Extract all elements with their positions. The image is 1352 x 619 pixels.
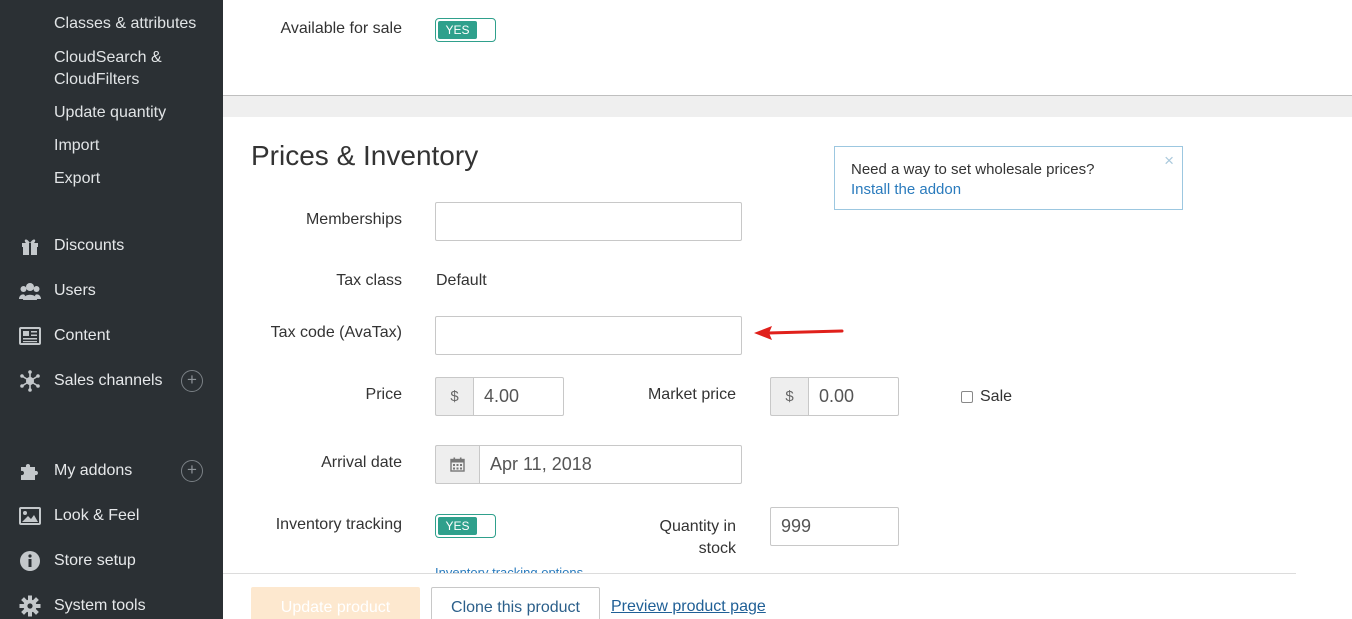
arrow-icon [754,326,844,340]
arrival-date-input[interactable] [479,445,742,484]
tip-text: Need a way to set wholesale prices? [851,161,1095,178]
price-input[interactable] [473,377,564,416]
sidebar-item-label: System tools [54,597,146,614]
sidebar-item-discounts[interactable]: Discounts [0,231,223,261]
sidebar: Classes & attributes CloudSearch & Cloud… [0,0,223,619]
available-for-sale-label: Available for sale [280,20,402,37]
update-product-button[interactable]: Update product [251,587,420,619]
install-addon-link[interactable]: Install the addon [851,180,1166,200]
sidebar-item-update-quantity[interactable]: Update quantity [54,102,166,124]
wholesale-tip-box: Need a way to set wholesale prices? Inst… [834,146,1183,210]
sidebar-item-classes-attributes[interactable]: Classes & attributes [54,13,196,35]
sidebar-item-label: Store setup [54,552,136,569]
arrival-date-label: Arrival date [321,454,402,471]
network-icon [19,370,41,392]
sidebar-item-cloudsearch[interactable]: CloudSearch & [54,47,162,69]
sidebar-item-label: Discounts [54,237,125,254]
sidebar-item-look-feel[interactable]: Look & Feel [0,501,223,531]
puzzle-icon [19,460,41,482]
toggle-knob [479,517,493,535]
info-icon [19,550,41,572]
sidebar-item-content[interactable]: Content [0,321,223,351]
sidebar-item-label: Sales channels [54,372,163,389]
calendar-button[interactable] [435,445,479,484]
sidebar-item-users[interactable]: Users [0,276,223,306]
general-section: Available for sale YES [223,0,1352,96]
add-sales-channel-button[interactable]: + [181,370,203,392]
sidebar-item-store-setup[interactable]: Store setup [0,546,223,576]
market-price-label: Market price [647,386,736,403]
preview-product-page-link[interactable]: Preview product page [611,598,766,616]
close-icon[interactable]: × [1164,151,1174,171]
clone-product-button[interactable]: Clone this product [431,587,600,619]
main-content: Available for sale YES Prices & Inventor… [223,0,1352,619]
footer-divider [223,573,1296,574]
gift-icon [19,235,41,257]
quantity-label-line-1: Quantity in [659,518,736,535]
toggle-on-label: YES [438,21,477,39]
sidebar-item-label: Content [54,327,111,344]
image-icon [19,505,41,527]
price-label: Price [365,386,402,403]
inventory-tracking-toggle[interactable]: YES [435,514,496,538]
inventory-tracking-label: Inventory tracking [275,516,402,533]
sidebar-item-label: Users [54,282,96,299]
available-for-sale-toggle[interactable]: YES [435,18,496,42]
quantity-label-line-2: stock [698,540,736,557]
users-icon [19,280,41,302]
tax-class-label: Tax class [336,272,402,289]
sidebar-item-label: Look & Feel [54,507,140,524]
sidebar-item-export[interactable]: Export [54,168,100,190]
tax-code-label: Tax code (AvaTax) [270,324,402,341]
sidebar-item-system-tools[interactable]: System tools [0,591,223,619]
market-price-input[interactable] [808,377,899,416]
gear-icon [19,595,41,617]
section-divider [223,96,1352,117]
toggle-on-label: YES [438,517,477,535]
toggle-knob [479,21,493,39]
memberships-input[interactable] [435,202,742,241]
sidebar-item-import[interactable]: Import [54,135,99,157]
inventory-tracking-options-link[interactable]: Inventory tracking options [435,563,583,573]
sale-label: Sale [980,388,1013,405]
memberships-label: Memberships [305,211,402,228]
sidebar-item-my-addons[interactable]: My addons + [0,456,223,486]
sidebar-item-sales-channels[interactable]: Sales channels + [0,366,223,396]
add-addon-button[interactable]: + [181,460,203,482]
sale-checkbox[interactable] [961,391,973,403]
market-price-currency: $ [770,377,808,416]
price-currency: $ [435,377,473,416]
tax-code-input[interactable] [435,316,742,355]
sidebar-item-label: My addons [54,462,133,479]
page-title: Prices & Inventory [251,140,479,171]
sidebar-item-cloudfilters[interactable]: CloudFilters [54,69,139,91]
quantity-input[interactable] [770,507,899,546]
newspaper-icon [19,325,41,347]
quantity-in-stock-label: Quantity in stock [623,516,736,560]
tax-class-value: Default [436,272,487,289]
calendar-icon [450,457,465,472]
